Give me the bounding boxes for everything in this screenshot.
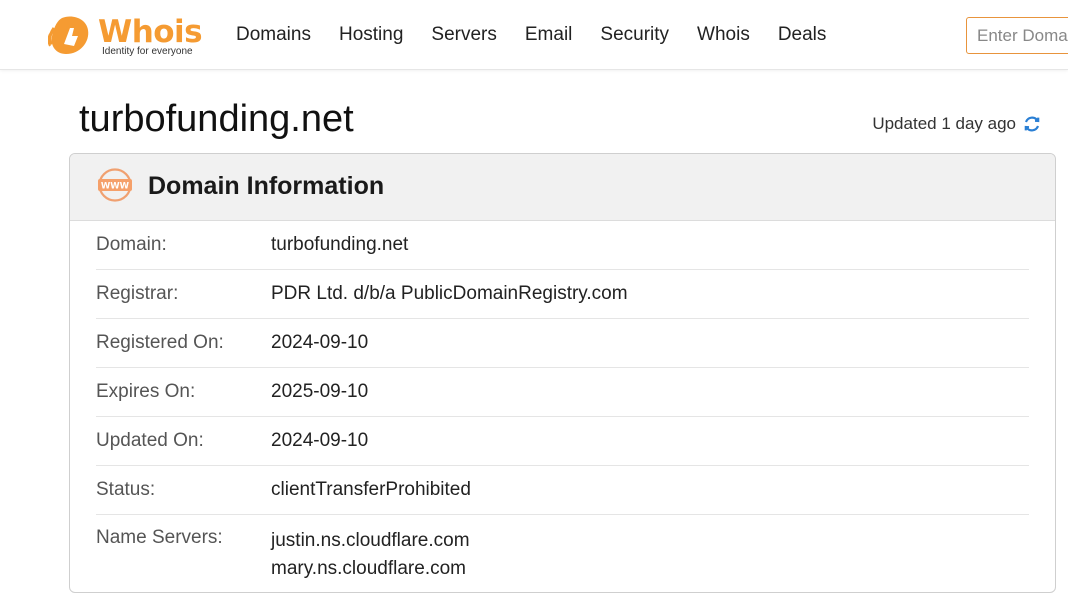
card-header: WWW Domain Information xyxy=(70,154,1055,221)
nav-whois[interactable]: Whois xyxy=(683,21,764,49)
row-value: 2024-09-10 xyxy=(271,430,369,451)
name-server-item: justin.ns.cloudflare.com xyxy=(271,530,470,551)
row-label: Domain: xyxy=(96,234,167,255)
nav-hosting[interactable]: Hosting xyxy=(325,21,417,49)
domain-information-card: WWW Domain Information Domain: turbofund… xyxy=(69,153,1056,593)
info-row-registered-on: Registered On: 2024-09-10 xyxy=(96,319,1029,368)
domain-search-input[interactable] xyxy=(966,17,1068,54)
info-row-updated-on: Updated On: 2024-09-10 xyxy=(96,417,1029,466)
row-label: Registrar: xyxy=(96,283,179,304)
row-label: Status: xyxy=(96,479,156,500)
whois-logo[interactable]: Whois Identity for everyone xyxy=(48,12,208,60)
svg-text:WWW: WWW xyxy=(101,182,130,192)
updated-status: Updated 1 day ago xyxy=(872,114,1042,134)
logo-tagline: Identity for everyone xyxy=(102,46,193,57)
logo-icon xyxy=(48,16,89,54)
row-label: Updated On: xyxy=(96,430,204,451)
domain-info-table: Domain: turbofunding.net Registrar: PDR … xyxy=(70,221,1055,583)
logo-wordmark: Whois xyxy=(98,14,203,50)
row-label: Expires On: xyxy=(96,381,196,402)
info-row-registrar: Registrar: PDR Ltd. d/b/a PublicDomainRe… xyxy=(96,270,1029,319)
nav-deals[interactable]: Deals xyxy=(764,21,841,49)
name-server-item: mary.ns.cloudflare.com xyxy=(271,558,466,579)
refresh-icon[interactable] xyxy=(1022,114,1042,134)
www-globe-icon: WWW xyxy=(98,168,132,202)
top-navigation-bar: Whois Identity for everyone Domains Host… xyxy=(0,0,1068,70)
row-value: 2025-09-10 xyxy=(271,381,369,402)
row-value: PDR Ltd. d/b/a PublicDomainRegistry.com xyxy=(271,283,628,304)
row-value: clientTransferProhibited xyxy=(271,479,471,500)
nav-security[interactable]: Security xyxy=(586,21,683,49)
page-title: turbofunding.net xyxy=(79,98,354,140)
nav-domains[interactable]: Domains xyxy=(222,21,325,49)
row-label: Name Servers: xyxy=(96,527,223,548)
row-value: turbofunding.net xyxy=(271,234,409,255)
main-nav: Domains Hosting Servers Email Security W… xyxy=(222,21,840,49)
updated-text: Updated 1 day ago xyxy=(872,114,1016,133)
name-server-list: justin.ns.cloudflare.com mary.ns.cloudfl… xyxy=(271,527,470,583)
nav-servers[interactable]: Servers xyxy=(417,21,510,49)
row-label: Registered On: xyxy=(96,332,224,353)
info-row-status: Status: clientTransferProhibited xyxy=(96,466,1029,515)
info-row-name-servers: Name Servers: justin.ns.cloudflare.com m… xyxy=(96,515,1029,583)
info-row-expires-on: Expires On: 2025-09-10 xyxy=(96,368,1029,417)
info-row-domain: Domain: turbofunding.net xyxy=(96,221,1029,270)
nav-email[interactable]: Email xyxy=(511,21,587,49)
row-value: 2024-09-10 xyxy=(271,332,369,353)
card-title: Domain Information xyxy=(148,172,385,200)
